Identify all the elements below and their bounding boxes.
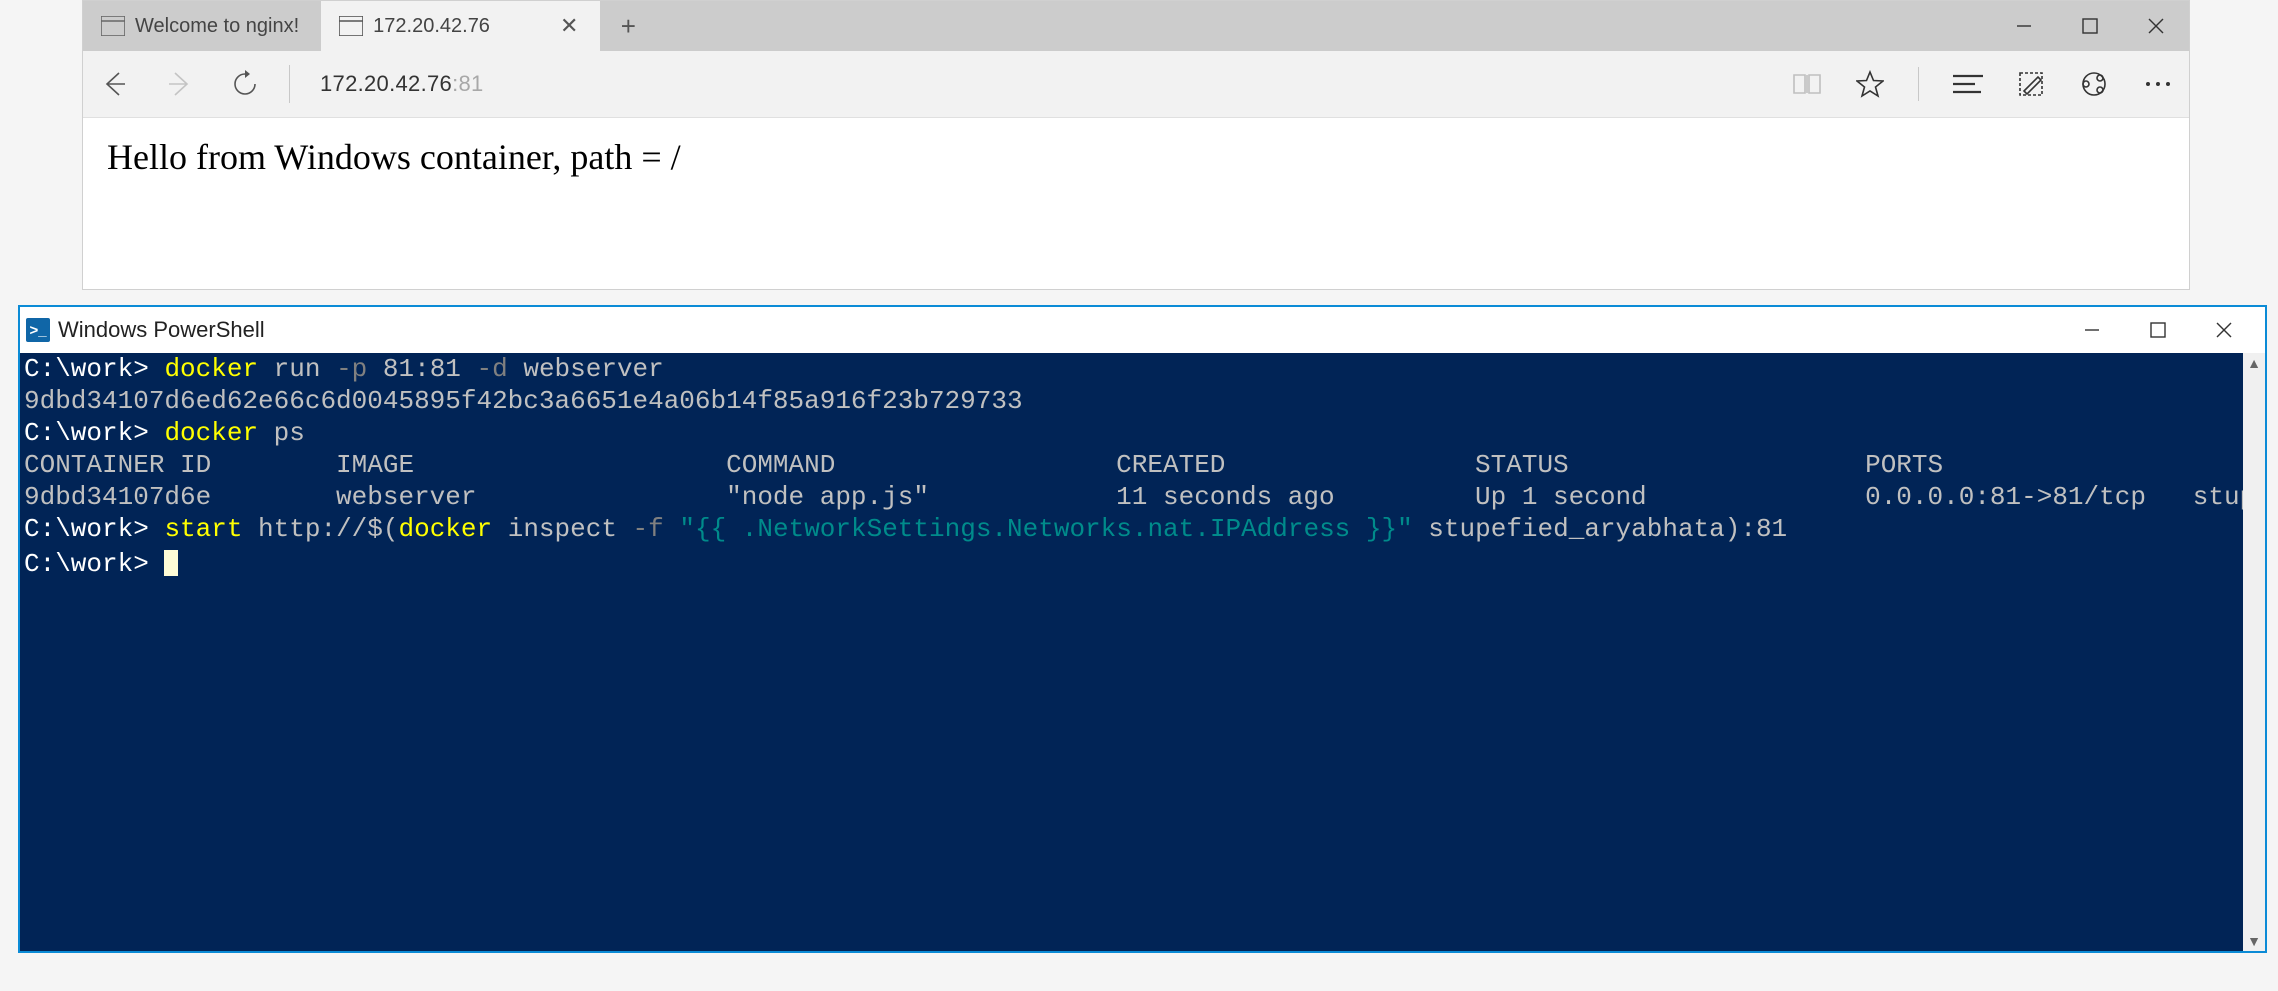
url-host: 172.20.42.76 — [320, 71, 452, 96]
browser-tab-active[interactable]: 172.20.42.76 ✕ — [321, 1, 600, 51]
toolbar-divider — [1918, 67, 1919, 101]
powershell-window: >_ Windows PowerShell C:\work> docker ru… — [18, 305, 2267, 953]
forward-button[interactable] — [165, 69, 195, 99]
tab-close-icon[interactable]: ✕ — [560, 13, 578, 39]
minimize-button[interactable] — [1991, 1, 2057, 51]
scroll-down-icon[interactable]: ▼ — [2247, 931, 2261, 951]
hub-icon[interactable] — [1953, 73, 1983, 95]
powershell-titlebar[interactable]: >_ Windows PowerShell — [20, 307, 2265, 353]
window-controls — [1991, 1, 2189, 51]
notes-icon[interactable] — [2017, 70, 2045, 98]
reading-view-icon[interactable] — [1792, 71, 1822, 97]
tab-title: Welcome to nginx! — [135, 15, 299, 38]
terminal-output[interactable]: C:\work> docker run -p 81:81 -d webserve… — [20, 353, 2265, 580]
ps-maximize-button[interactable] — [2125, 321, 2191, 339]
ps-minimize-button[interactable] — [2059, 321, 2125, 339]
more-icon[interactable] — [2143, 79, 2173, 89]
back-button[interactable] — [99, 69, 129, 99]
scroll-up-icon[interactable]: ▲ — [2247, 353, 2261, 373]
favorites-icon[interactable] — [1856, 70, 1884, 98]
browser-window: Welcome to nginx! 172.20.42.76 ✕ + — [82, 0, 2190, 290]
share-icon[interactable] — [2079, 70, 2109, 98]
close-button[interactable] — [2123, 1, 2189, 51]
new-tab-button[interactable]: + — [600, 1, 656, 51]
url-port: :81 — [452, 71, 483, 96]
tab-strip: Welcome to nginx! 172.20.42.76 ✕ + — [83, 1, 2189, 51]
refresh-button[interactable] — [231, 70, 259, 98]
page-body: Hello from Windows container, path = / — [83, 118, 2189, 196]
page-icon — [339, 16, 363, 36]
maximize-button[interactable] — [2057, 1, 2123, 51]
powershell-app-icon: >_ — [26, 318, 50, 342]
tab-title: 172.20.42.76 — [373, 15, 490, 38]
ps-close-button[interactable] — [2191, 321, 2257, 339]
browser-tab-inactive[interactable]: Welcome to nginx! — [83, 1, 321, 51]
scrollbar[interactable]: ▲ ▼ — [2243, 353, 2265, 951]
page-icon — [101, 16, 125, 36]
browser-toolbar: 172.20.42.76:81 — [83, 51, 2189, 118]
address-bar[interactable]: 172.20.42.76:81 — [320, 71, 484, 97]
toolbar-separator — [289, 65, 290, 103]
terminal-cursor — [164, 550, 178, 576]
powershell-title: Windows PowerShell — [58, 317, 265, 343]
